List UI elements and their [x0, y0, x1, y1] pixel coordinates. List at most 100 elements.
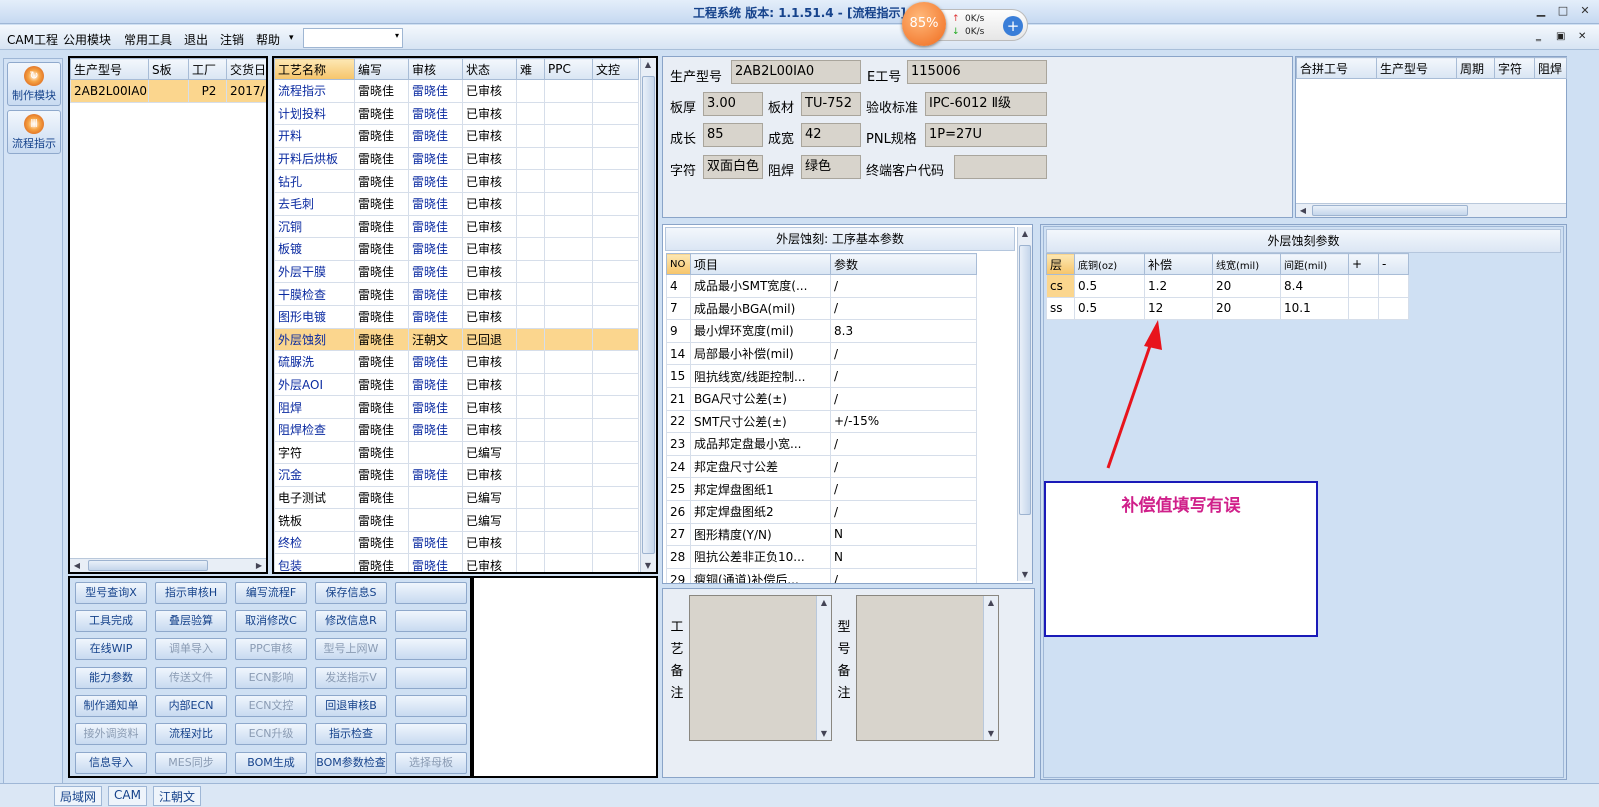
table-row[interactable]: 21 BGA尺寸公差(±) / — [666, 386, 977, 411]
table-row[interactable]: 开料后烘板 雷晓佳 雷晓佳 已审核 — [274, 146, 639, 171]
mdi-close-icon[interactable]: ✕ — [1578, 31, 1586, 42]
col-header-no[interactable]: NO — [666, 253, 691, 275]
table-row[interactable]: 7 成品最小BGA(mil) / — [666, 296, 977, 321]
action-button[interactable]: BOM参数检查 — [315, 752, 387, 774]
action-button[interactable]: BOM生成 — [235, 752, 307, 774]
table-row[interactable]: ss 0.5 12 20 10.1 — [1046, 296, 1409, 321]
remarks-scrollbar[interactable]: ▲ ▼ — [983, 596, 998, 740]
action-button[interactable]: 调单导入 — [155, 638, 227, 660]
action-button[interactable]: 指示检查 — [315, 723, 387, 745]
table-row[interactable]: 外层蚀刻 雷晓佳 汪朝文 已回退 — [274, 327, 639, 352]
solder-mask-field[interactable]: 绿色 — [801, 155, 861, 179]
menu-cam[interactable]: CAM工程 — [7, 31, 58, 48]
table-row[interactable]: 阻焊检查 雷晓佳 雷晓佳 已审核 — [274, 417, 639, 442]
params-vertical-scrollbar[interactable]: ▲ ▼ — [1017, 227, 1032, 581]
action-button[interactable] — [395, 695, 467, 717]
menu-exit[interactable]: 退出 — [184, 31, 208, 48]
status-tab-user[interactable]: 江朝文 — [153, 786, 202, 806]
col-header-process[interactable]: 工艺名称 — [274, 58, 355, 80]
table-row[interactable]: 4 成品最小SMT宽度(... / — [666, 274, 977, 298]
col-header-reviewer[interactable]: 审核 — [408, 58, 463, 80]
memory-percent[interactable]: 85% — [902, 2, 946, 46]
combined-horizontal-scrollbar[interactable]: ◀ — [1296, 203, 1566, 217]
acceptance-field[interactable]: IPC-6012 Ⅱ级 — [925, 92, 1047, 116]
menu-common-modules[interactable]: 公用模块 — [63, 31, 111, 48]
action-button[interactable]: 制作通知单 — [75, 695, 147, 717]
col-header-character[interactable]: 字符 — [1494, 57, 1535, 79]
col-header-status[interactable]: 状态 — [462, 58, 517, 80]
character-field[interactable]: 双面白色 — [703, 155, 763, 179]
table-row[interactable]: 电子测试 雷晓佳 已编写 — [274, 485, 639, 510]
table-row[interactable]: 外层干膜 雷晓佳 雷晓佳 已审核 — [274, 259, 639, 284]
col-header-ppc[interactable]: PPC — [544, 58, 593, 80]
width-field[interactable]: 42 — [801, 123, 861, 147]
action-button[interactable]: 型号查询X — [75, 582, 147, 604]
table-row[interactable]: 27 图形精度(Y/N) N — [666, 522, 977, 547]
action-button[interactable]: 选择母板 — [395, 752, 467, 774]
table-row[interactable]: 外层AOI 雷晓佳 雷晓佳 已审核 — [274, 372, 639, 397]
col-header-line-width[interactable]: 线宽(mil) — [1212, 253, 1281, 275]
col-header-doc-control[interactable]: 文控 — [592, 58, 639, 80]
action-button[interactable]: 信息导入 — [75, 752, 147, 774]
maximize-button[interactable]: □ — [1554, 4, 1572, 18]
table-row[interactable]: 26 邦定焊盘图纸2/ — [666, 499, 977, 524]
action-button[interactable]: 保存信息S — [315, 582, 387, 604]
col-header-model[interactable]: 生产型号 — [70, 58, 149, 80]
menu-logout[interactable]: 注销 — [220, 31, 244, 48]
scroll-up-icon[interactable]: ▲ — [984, 598, 998, 607]
process-vertical-scrollbar[interactable]: ▲ ▼ — [640, 58, 656, 572]
action-button[interactable] — [395, 582, 467, 604]
table-row[interactable]: 阻焊 雷晓佳 雷晓佳 已审核 — [274, 395, 639, 419]
scroll-left-icon[interactable]: ◀ — [70, 561, 84, 570]
action-button[interactable] — [395, 667, 467, 689]
col-header-compensation[interactable]: 补偿 — [1144, 253, 1213, 275]
col-header-item[interactable]: 项目 — [690, 253, 831, 275]
table-row[interactable]: 沉铜 雷晓佳 雷晓佳 已审核 — [274, 214, 639, 239]
model-field[interactable]: 2AB2L00IA0 — [731, 60, 861, 84]
table-row[interactable]: 沉金 雷晓佳 雷晓佳 已审核 — [274, 463, 639, 487]
col-header-plus[interactable]: + — [1348, 253, 1379, 275]
table-row[interactable]: 铣板 雷晓佳 已编写 — [274, 508, 639, 532]
col-header-writer[interactable]: 编写 — [354, 58, 409, 80]
network-speed-widget[interactable]: ↑ 0K/s ↓ 0K/s + 85% — [902, 2, 1028, 46]
menu-help[interactable]: 帮助 — [256, 31, 280, 48]
thickness-field[interactable]: 3.00 — [703, 92, 763, 116]
col-header-layer[interactable]: 层 — [1046, 253, 1075, 275]
menu-combo[interactable]: ▾ — [303, 28, 403, 48]
help-dropdown-icon[interactable]: ▾ — [289, 33, 294, 43]
table-row[interactable]: 硫脲洗 雷晓佳 雷晓佳 已审核 — [274, 350, 639, 374]
action-button[interactable]: 传送文件 — [155, 667, 227, 689]
product-horizontal-scrollbar[interactable]: ◀ ▶ — [70, 558, 266, 572]
col-header-solder-mask[interactable]: 阻焊 — [1534, 57, 1567, 79]
table-row[interactable]: 14 局部最小补偿(mil) / — [666, 341, 977, 366]
action-button[interactable]: 接外调资料 — [75, 723, 147, 745]
menu-common-tools[interactable]: 常用工具 — [124, 31, 172, 48]
sidebar-item-make-module[interactable]: ↻ 制作模块 — [7, 62, 61, 106]
table-row[interactable]: 29 瘦铜(通道)补偿后... / — [666, 567, 977, 583]
action-button[interactable]: 回退审核B — [315, 695, 387, 717]
table-row[interactable]: 2AB2L00IA0 P2 2017/ — [70, 79, 266, 103]
table-row[interactable]: 字符 雷晓佳 已编写 — [274, 440, 639, 465]
table-row[interactable]: 包装 雷晓佳 雷晓佳 已审核 — [274, 553, 639, 572]
chevron-down-icon[interactable]: ▾ — [395, 31, 399, 40]
scroll-down-icon[interactable]: ▼ — [984, 729, 998, 738]
remarks-scrollbar[interactable]: ▲ ▼ — [816, 596, 831, 740]
table-row[interactable]: 干膜检查 雷晓佳 雷晓佳 已审核 — [274, 282, 639, 306]
col-header-base-copper[interactable]: 底铜(oz) — [1074, 253, 1145, 275]
plus-icon[interactable]: + — [1003, 16, 1023, 36]
table-row[interactable]: 25 邦定焊盘图纸1/ — [666, 477, 977, 501]
action-button[interactable]: 编写流程F — [235, 582, 307, 604]
col-header-factory[interactable]: 工厂 — [188, 58, 227, 80]
col-header-model[interactable]: 生产型号 — [1376, 57, 1457, 79]
action-button[interactable]: 叠层验算 — [155, 610, 227, 632]
scroll-left-icon[interactable]: ◀ — [1296, 206, 1310, 215]
customer-code-field[interactable] — [954, 155, 1047, 179]
table-row[interactable]: 28 阻抗公差非正负10... N — [666, 545, 977, 569]
scroll-down-icon[interactable]: ▼ — [641, 561, 655, 570]
scroll-thumb[interactable] — [1312, 205, 1468, 216]
pnl-field[interactable]: 1P=27U — [925, 123, 1047, 147]
model-remarks-textarea[interactable]: ▲ ▼ — [856, 595, 999, 741]
action-button[interactable]: 取消修改C — [235, 610, 307, 632]
e-number-field[interactable]: 115006 — [907, 60, 1047, 84]
table-row[interactable]: 钻孔 雷晓佳 雷晓佳 已审核 — [274, 169, 639, 193]
